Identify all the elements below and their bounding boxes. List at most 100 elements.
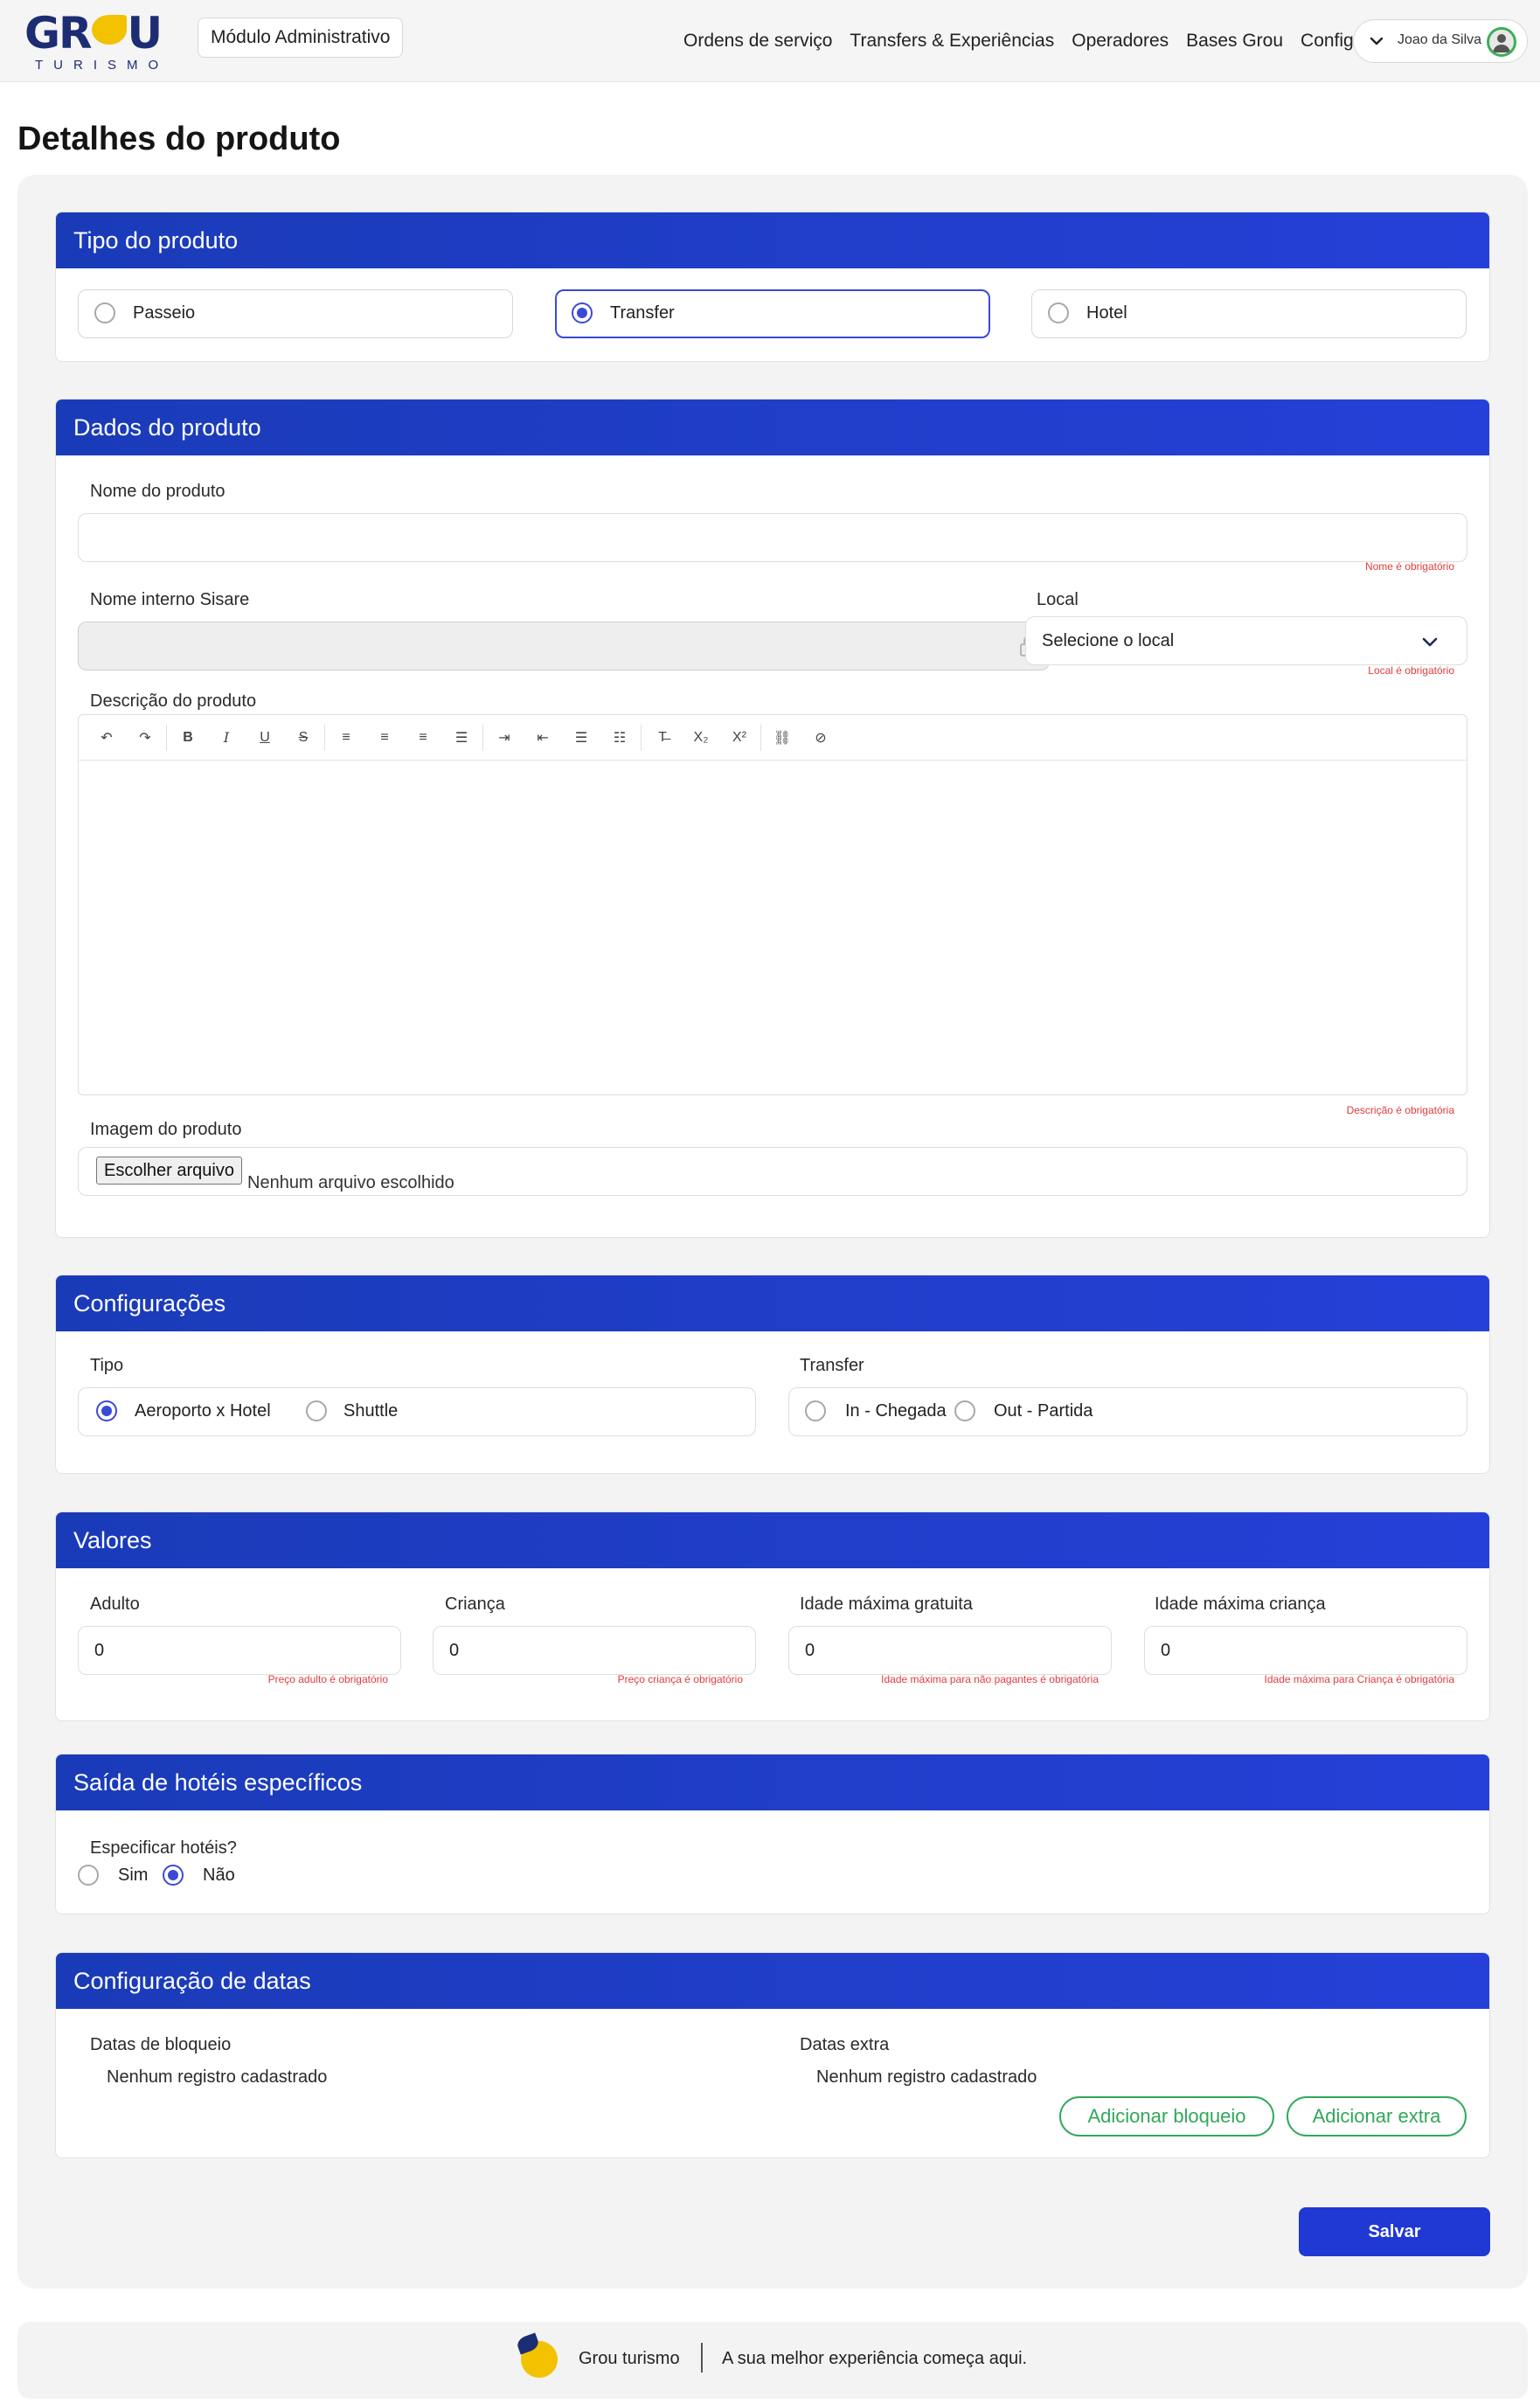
underline-icon[interactable]: U [246,725,284,751]
choose-file-button[interactable]: Escolher arquivo [96,1157,242,1185]
nav-ordens[interactable]: Ordens de serviço [683,31,832,52]
bullet-list-icon[interactable]: ☰ [562,725,600,751]
option-label[interactable]: Aeroporto x Hotel [135,1401,271,1421]
option-transfer[interactable]: Transfer [555,289,990,338]
radio-sim[interactable] [78,1865,99,1886]
option-label: Hotel [1086,303,1127,323]
module-badge: Módulo Administrativo [198,17,404,58]
option-passeio[interactable]: Passeio [78,289,513,338]
strikethrough-icon[interactable]: S [284,725,323,751]
idade-gratuita-label: Idade máxima gratuita [800,1595,973,1614]
user-name: Joao da Silva [1398,32,1482,47]
option-label: Transfer [610,303,675,323]
avatar-icon [1487,27,1516,57]
chevron-down-icon [1422,637,1438,647]
subscript-icon[interactable]: X₂ [682,725,720,751]
idade-crianca-error: Idade máxima para Criança é obrigatória [1264,1673,1454,1685]
logo-subtitle: TURISMO [35,58,170,73]
transfer-radio-group: In - Chegada Out - Partida [788,1387,1467,1436]
add-bloqueio-button[interactable]: Adicionar bloqueio [1059,2096,1274,2137]
section-title: Tipo do produto [56,212,1489,268]
local-label: Local [1037,590,1079,609]
user-menu[interactable]: Joao da Silva [1353,19,1528,63]
tipo-radio-group: Aeroporto x Hotel Shuttle [78,1387,756,1436]
nav-bases[interactable]: Bases Grou [1186,31,1283,52]
superscript-icon[interactable]: X² [720,725,759,751]
local-select[interactable]: Selecione o local [1025,616,1467,665]
extra-empty: Nenhum registro cadastrado [816,2067,1037,2087]
logo-text-a: GR [24,8,93,59]
align-right-icon[interactable]: ≡ [404,725,442,751]
crianca-input[interactable]: 0 [433,1626,756,1675]
option-label[interactable]: Out - Partida [994,1401,1093,1421]
option-label[interactable]: Sim [118,1866,148,1886]
crianca-error: Preço criança é obrigatório [617,1673,743,1685]
option-label[interactable]: In - Chegada [845,1401,947,1421]
nome-input[interactable] [78,513,1467,562]
radio-nao[interactable] [163,1865,184,1886]
local-error: Local é obrigatório [1368,664,1454,677]
footer: Grou turismo A sua melhor experiência co… [17,2322,1528,2399]
page-title: Detalhes do produto [17,121,341,157]
link-icon[interactable]: ⛓ [763,725,801,751]
radio-in-chegada[interactable] [805,1400,826,1421]
adulto-label: Adulto [90,1595,140,1614]
section-title: Valores [56,1512,1489,1568]
indent-icon[interactable]: ⇥ [485,725,524,751]
nav-transfers[interactable]: Transfers & Experiências [850,31,1054,52]
redo-icon[interactable]: ↷ [126,725,164,751]
section-tipo-produto: Tipo do produto Passeio Transfer Hotel [55,212,1490,362]
sisare-input [78,622,1050,670]
idade-gratuita-input[interactable]: 0 [788,1626,1112,1675]
main-nav: Ordens de serviço Transfers & Experiênci… [683,0,1427,82]
outdent-icon[interactable]: ⇤ [524,725,562,751]
idade-crianca-input[interactable]: 0 [1144,1626,1467,1675]
imagem-file-field: Escolher arquivo Nenhum arquivo escolhid… [78,1147,1467,1196]
align-left-icon[interactable]: ≡ [327,725,365,751]
section-title: Configuração de datas [56,1953,1489,2009]
crianca-label: Criança [445,1595,505,1614]
especificar-label: Especificar hotéis? [90,1838,237,1858]
italic-icon[interactable]: I [207,725,246,751]
tipo-label: Tipo [90,1356,124,1375]
undo-icon[interactable]: ↶ [87,725,126,751]
bloqueio-empty: Nenhum registro cadastrado [107,2067,328,2087]
add-extra-button[interactable]: Adicionar extra [1287,2096,1467,2137]
grou-logo[interactable]: GR U TURISMO [24,9,175,73]
clear-format-icon[interactable]: T̶ [643,725,682,751]
nome-error: Nome é obrigatório [1364,560,1454,573]
numbered-list-icon[interactable]: ☷ [600,725,639,751]
radio-passeio[interactable] [94,302,115,323]
save-button[interactable]: Salvar [1299,2207,1490,2256]
descricao-editor[interactable]: ↶ ↷ B I U S ≡ ≡ ≡ ☰ ⇥ ⇤ ☰ ☷ T̶ X₂ X² ⛓ ⊘ [78,714,1467,1095]
transfer-label: Transfer [800,1356,864,1375]
nav-operadores[interactable]: Operadores [1072,31,1169,52]
imagem-label: Imagem do produto [90,1120,242,1139]
option-hotel[interactable]: Hotel [1031,289,1467,338]
section-valores: Valores Adulto 0 Preço adulto é obrigató… [55,1511,1490,1721]
idade-gratuita-error: Idade máxima para não pagantes é obrigat… [881,1673,1099,1685]
option-label[interactable]: Shuttle [343,1401,398,1421]
section-configuracao-datas: Configuração de datas Datas de bloqueio … [55,1952,1490,2158]
nome-label: Nome do produto [90,482,225,501]
bold-icon[interactable]: B [169,725,207,751]
grou-bird-icon [521,2341,558,2378]
option-label: Passeio [133,303,196,323]
adulto-input[interactable]: 0 [78,1626,401,1675]
footer-divider [701,2343,703,2373]
radio-aeroporto-hotel[interactable] [96,1400,117,1421]
align-justify-icon[interactable]: ☰ [442,725,481,751]
radio-hotel[interactable] [1048,302,1069,323]
unlink-icon[interactable]: ⊘ [801,725,840,751]
local-select-value: Selecione o local [1042,631,1175,650]
radio-transfer[interactable] [572,302,593,323]
sisare-label: Nome interno Sisare [90,590,250,609]
extra-label: Datas extra [800,2035,890,2054]
radio-out-partida[interactable] [954,1400,975,1421]
option-label[interactable]: Não [203,1866,235,1886]
align-center-icon[interactable]: ≡ [365,725,404,751]
section-title: Saída de hotéis específicos [56,1754,1489,1810]
radio-shuttle[interactable] [306,1400,327,1421]
idade-crianca-label: Idade máxima criança [1155,1595,1326,1614]
file-status: Nenhum arquivo escolhido [247,1173,454,1192]
